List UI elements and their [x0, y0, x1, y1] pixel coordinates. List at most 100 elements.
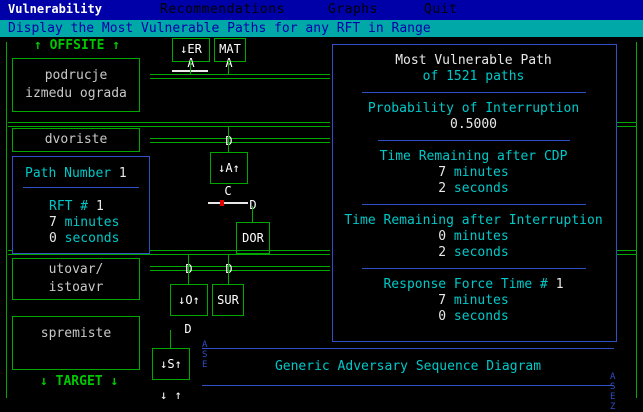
menu-graphs[interactable]: Graphs	[328, 2, 378, 17]
area-box-dvoriste: dvoriste	[12, 128, 140, 152]
element-er-label: ↓ER	[180, 42, 202, 56]
int-seconds: 2 seconds	[332, 245, 615, 260]
path-number-value: 1	[118, 166, 127, 181]
results-divider	[362, 92, 586, 93]
generic-banner: Generic Adversary Sequence Diagram	[202, 348, 614, 386]
generic-label: Generic Adversary Sequence Diagram	[274, 359, 542, 374]
cdp-seconds-value: 2	[438, 181, 447, 196]
layer-line-3	[150, 266, 330, 271]
path-number-line: Path Number 1	[25, 166, 127, 181]
element-a2: A	[225, 56, 233, 70]
layer-line-4	[150, 138, 330, 143]
rft-seconds-unit: seconds	[453, 309, 509, 324]
connector	[228, 254, 229, 284]
area-box-spremiste: spremiste	[12, 316, 140, 370]
element-a1: A	[187, 56, 195, 70]
area-label-line1: spremiste	[40, 326, 112, 341]
offsite-label: ↑ OFFSITE ↑	[34, 38, 121, 53]
menu-bar: Vulnerability Recommendations Graphs Qui…	[0, 0, 643, 20]
element-sur[interactable]: SUR	[212, 284, 244, 316]
int-label: Time Remaining after Interruption	[344, 213, 603, 228]
element-mat-label: MAT	[219, 42, 241, 56]
rft-seconds-value: 0	[438, 309, 447, 324]
area-box-podrucje: podrucje izmedu ograda	[12, 58, 140, 112]
int-seconds-value: 2	[438, 245, 447, 260]
results-title: Most Vulnerable Path	[395, 53, 552, 68]
target-label: ↓ TARGET ↓	[40, 374, 119, 389]
right-letters: ASEZ	[610, 372, 616, 412]
status-line: Display the Most Vulnerable Paths for an…	[0, 20, 643, 37]
menu-vulnerability[interactable]: Vulnerability	[0, 0, 110, 20]
element-st-label: ↓S↑	[160, 357, 182, 371]
element-d4: D	[225, 262, 233, 276]
menu-recommendations[interactable]: Recommendations	[160, 2, 285, 17]
rft-minutes-unit: minutes	[453, 293, 509, 308]
cdp-seconds-unit: seconds	[453, 181, 509, 196]
element-ot[interactable]: ↓O↑	[170, 284, 208, 316]
int-minutes-unit: minutes	[453, 229, 509, 244]
element-dor[interactable]: DOR	[236, 222, 270, 254]
int-minutes-value: 0	[438, 229, 447, 244]
int-seconds-unit: seconds	[453, 245, 509, 260]
path-panel: Path Number 1 RFT # 1 7 minutes 0 second…	[12, 156, 150, 254]
element-sur-label: SUR	[217, 293, 239, 307]
area-label-line1: podrucje	[44, 68, 108, 83]
rft-seconds: 0 seconds	[332, 309, 615, 324]
connector	[190, 60, 191, 74]
cdp-minutes: 7 minutes	[332, 165, 615, 180]
area-label-line1: utovar/	[48, 262, 104, 277]
connector	[188, 254, 189, 284]
path-minutes-value: 7	[49, 215, 57, 230]
cdp-marker	[220, 200, 224, 206]
bottom-arrows: ↓ ↑	[160, 388, 182, 402]
rft-minutes-value: 7	[438, 293, 447, 308]
connector	[170, 330, 171, 348]
prob-value: 0.5000	[450, 117, 497, 132]
int-minutes: 0 minutes	[332, 229, 615, 244]
path-minutes-line: 7 minutes	[49, 215, 119, 230]
element-d2: D	[249, 198, 257, 212]
path-seconds-unit: seconds	[64, 231, 120, 246]
connector	[228, 60, 229, 74]
results-divider	[378, 140, 570, 141]
path-panel-divider	[23, 187, 139, 188]
element-at-label: ↓A↑	[218, 161, 240, 175]
rft-label: Response Force Time #	[383, 277, 548, 292]
element-d1: D	[225, 134, 233, 148]
area-label-line2: izmedu ograda	[25, 86, 127, 101]
results-of-paths: of 1521 paths	[422, 69, 525, 84]
path-rft-value: 1	[95, 199, 104, 214]
element-dor-label: DOR	[242, 231, 264, 245]
path-rft-label: RFT #	[49, 199, 89, 214]
prob-label: Probability of Interruption	[367, 101, 580, 116]
element-d3: D	[185, 262, 193, 276]
cdp-minutes-value: 7	[438, 165, 447, 180]
connector	[252, 206, 253, 222]
area-label-line2: istoavr	[48, 280, 104, 295]
c-threshold	[208, 202, 248, 204]
results-divider	[362, 268, 586, 269]
layer-line-1-right	[616, 122, 636, 127]
left-border-line	[6, 42, 7, 398]
element-c: C	[224, 184, 232, 198]
element-at[interactable]: ↓A↑	[210, 152, 248, 184]
right-border-line	[636, 42, 637, 398]
element-ot-label: ↓O↑	[178, 293, 200, 307]
element-st[interactable]: ↓S↑	[152, 348, 190, 380]
left-letters: ASE	[202, 340, 208, 370]
rft-line: Response Force Time # 1	[332, 277, 615, 292]
results-divider	[362, 204, 586, 205]
path-seconds-line: 0 seconds	[49, 231, 119, 246]
path-number-label: Path Number	[25, 166, 112, 181]
menu-quit[interactable]: Quit	[424, 2, 457, 17]
layer-line-2-right	[616, 250, 636, 255]
cdp-minutes-unit: minutes	[453, 165, 509, 180]
cdp-label: Time Remaining after CDP	[379, 149, 568, 164]
rft-minutes: 7 minutes	[332, 293, 615, 308]
rft-number: 1	[555, 277, 564, 292]
area-label-line1: dvoriste	[44, 132, 108, 147]
path-rft-line: RFT # 1	[49, 199, 104, 214]
area-box-utovar: utovar/ istoavr	[12, 258, 140, 300]
connector	[228, 126, 229, 152]
cdp-seconds: 2 seconds	[332, 181, 615, 196]
